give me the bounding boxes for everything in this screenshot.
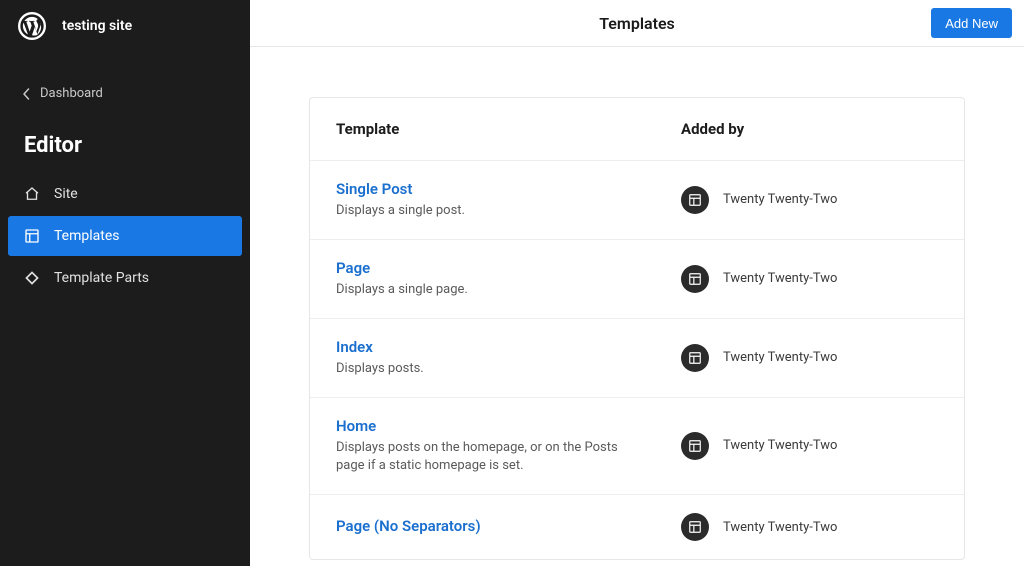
theme-layout-icon bbox=[681, 265, 709, 293]
theme-layout-icon bbox=[681, 186, 709, 214]
main: Templates Add New Template Added by Sing… bbox=[250, 0, 1024, 566]
table-row: Page Displays a single page. Twenty Twen… bbox=[310, 239, 964, 318]
editor-nav: Site Templates Template Parts bbox=[0, 170, 250, 302]
template-description: Displays posts on the homepage, or on th… bbox=[336, 439, 636, 477]
template-description: Displays a single page. bbox=[336, 281, 636, 300]
nav-label: Templates bbox=[54, 228, 120, 244]
wordpress-logo-icon bbox=[18, 12, 46, 40]
templates-icon bbox=[22, 226, 42, 246]
site-header[interactable]: testing site bbox=[0, 0, 250, 52]
added-by-label: Twenty Twenty-Two bbox=[723, 350, 837, 365]
topbar: Templates Add New bbox=[250, 0, 1024, 47]
table-row: Page (No Separators) Twenty Twenty-Two bbox=[310, 494, 964, 559]
nav-item-template-parts[interactable]: Template Parts bbox=[8, 258, 242, 298]
theme-layout-icon bbox=[681, 432, 709, 460]
table-row: Home Displays posts on the homepage, or … bbox=[310, 397, 964, 495]
template-link[interactable]: Page bbox=[336, 259, 370, 277]
template-description: Displays posts. bbox=[336, 360, 636, 379]
template-description: Displays a single post. bbox=[336, 202, 636, 221]
site-name: testing site bbox=[62, 18, 132, 34]
back-to-dashboard[interactable]: Dashboard bbox=[0, 76, 250, 111]
template-parts-icon bbox=[22, 268, 42, 288]
site-icon bbox=[22, 184, 42, 204]
page-title: Templates bbox=[599, 14, 675, 33]
added-by-label: Twenty Twenty-Two bbox=[723, 271, 837, 286]
templates-table: Template Added by Single Post Displays a… bbox=[309, 97, 965, 560]
col-header-template: Template bbox=[336, 120, 681, 138]
template-link[interactable]: Page (No Separators) bbox=[336, 517, 481, 535]
col-header-added-by: Added by bbox=[681, 120, 938, 138]
nav-item-templates[interactable]: Templates bbox=[8, 216, 242, 256]
sidebar: testing site Dashboard Editor Site Templ… bbox=[0, 0, 250, 566]
added-by-label: Twenty Twenty-Two bbox=[723, 438, 837, 453]
table-header: Template Added by bbox=[310, 98, 964, 160]
added-by-label: Twenty Twenty-Two bbox=[723, 520, 837, 535]
content-area: Template Added by Single Post Displays a… bbox=[250, 47, 1024, 566]
back-label: Dashboard bbox=[40, 86, 103, 101]
editor-heading: Editor bbox=[0, 111, 250, 170]
template-link[interactable]: Index bbox=[336, 338, 373, 356]
template-link[interactable]: Single Post bbox=[336, 180, 412, 198]
theme-layout-icon bbox=[681, 344, 709, 372]
table-row: Index Displays posts. Twenty Twenty-Two bbox=[310, 318, 964, 397]
nav-label: Site bbox=[54, 186, 78, 202]
chevron-left-icon bbox=[22, 88, 30, 100]
theme-layout-icon bbox=[681, 513, 709, 541]
nav-label: Template Parts bbox=[54, 270, 149, 286]
add-new-button[interactable]: Add New bbox=[931, 8, 1012, 38]
table-row: Single Post Displays a single post. Twen… bbox=[310, 160, 964, 239]
template-link[interactable]: Home bbox=[336, 417, 376, 435]
nav-item-site[interactable]: Site bbox=[8, 174, 242, 214]
added-by-label: Twenty Twenty-Two bbox=[723, 192, 837, 207]
